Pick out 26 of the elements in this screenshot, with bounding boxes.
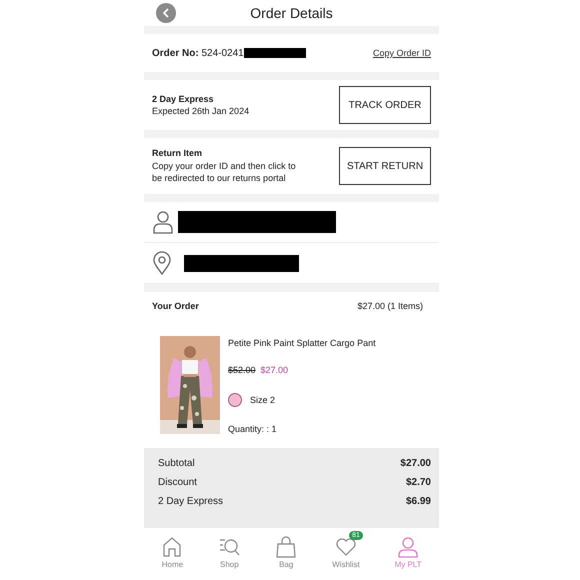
tab-bar-item[interactable]: My PLT (386, 530, 430, 569)
order-number: Order No: 524-0241 (152, 48, 244, 58)
sale-price: $27.00 (260, 365, 288, 376)
tab-bar-item[interactable]: Shop (210, 530, 248, 569)
order-total: $27.00 (1 Items) (357, 301, 423, 311)
tab-bar-item[interactable]: Home (153, 530, 192, 569)
summary-label: Subtotal (158, 458, 195, 469)
summary-value: $27.00 (400, 458, 431, 469)
original-price: $52.00 (228, 365, 256, 376)
delivery-method: 2 Day Express (152, 94, 215, 104)
copy-order-id-link[interactable]: Copy Order ID (372, 48, 431, 58)
track-order-button[interactable]: TRACK ORDER (339, 86, 431, 124)
page-title: Order Details (250, 5, 333, 21)
start-return-button[interactable]: START RETURN (339, 147, 431, 185)
summary-value: $2.70 (406, 477, 431, 488)
product-name: Petite Pink Paint Splatter Cargo Pant (228, 338, 376, 348)
section-title: Your Order (152, 301, 199, 311)
summary-label: Discount (158, 477, 197, 488)
summary-value: $6.99 (406, 496, 431, 507)
return-title: Return Item (152, 148, 204, 158)
quantity-label: Quantity: : 1 (228, 424, 278, 434)
return-description: Copy your order ID and then click to be redirected to our returns portal (152, 160, 297, 184)
size-label: Size 2 (250, 394, 276, 405)
summary-label: 2 Day Express (158, 496, 224, 507)
tab-bar-item[interactable]: Bag (267, 530, 306, 569)
expected-date: Expected 26th Jan 2024 (152, 106, 250, 116)
